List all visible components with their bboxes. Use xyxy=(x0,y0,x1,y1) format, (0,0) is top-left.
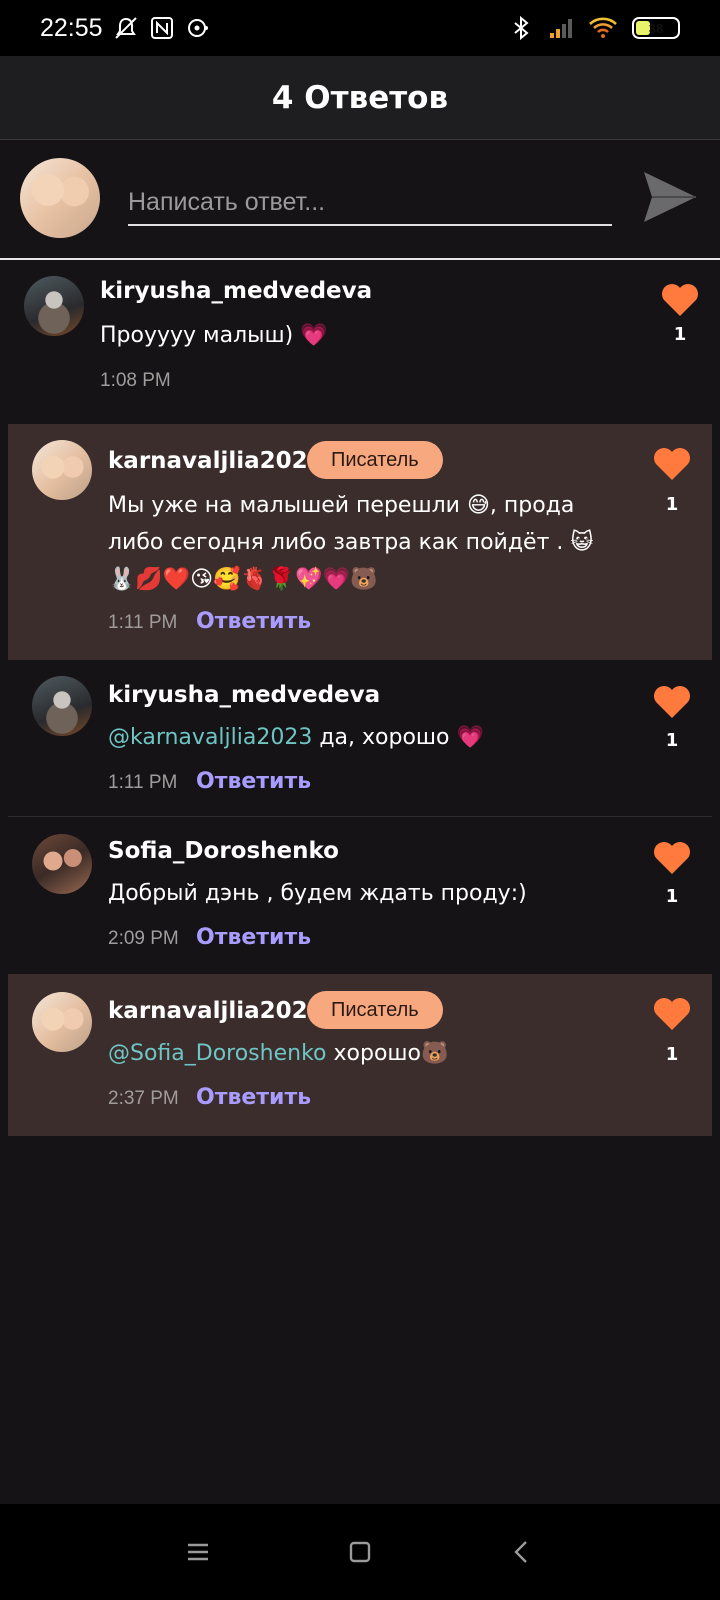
like-count: 1 xyxy=(665,494,679,515)
battery-level: 38 xyxy=(648,20,664,36)
like-button[interactable] xyxy=(660,282,700,318)
like-count: 1 xyxy=(665,730,679,751)
comment-item: kiryusha_medvedeva @karnavaljlia2023 да,… xyxy=(8,668,712,816)
like-count: 1 xyxy=(673,324,687,345)
comment-time: 2:09 PM xyxy=(108,928,179,949)
comment-time: 1:11 PM xyxy=(108,612,178,633)
comment-time: 1:11 PM xyxy=(108,772,178,793)
comment-username[interactable]: kiryusha_medvedeva xyxy=(100,278,372,304)
reply-bar xyxy=(0,140,720,260)
avatar[interactable] xyxy=(24,276,84,336)
mention-link[interactable]: @karnavaljlia2023 xyxy=(108,725,312,750)
divider xyxy=(8,816,712,817)
heart-icon xyxy=(662,284,698,316)
comment-item: kiryusha_medvedeva Проуууу малыш) 💗 1:08… xyxy=(8,262,712,412)
reply-link[interactable]: Ответить xyxy=(196,609,311,634)
home-icon[interactable] xyxy=(342,1534,378,1570)
comment-item: Sofia_Doroshenko Добрый дэнь , будем жда… xyxy=(8,822,712,970)
avatar[interactable] xyxy=(32,676,92,736)
send-icon xyxy=(644,172,696,222)
current-user-avatar xyxy=(20,158,100,238)
reply-input[interactable] xyxy=(128,180,612,226)
menu-icon[interactable] xyxy=(180,1534,216,1570)
header: 4 Ответов xyxy=(0,56,720,140)
comment-username[interactable]: Sofia_Doroshenko xyxy=(108,838,339,864)
nfc-icon xyxy=(150,17,173,39)
page-title: 4 Ответов xyxy=(271,79,449,116)
heart-icon xyxy=(654,686,690,718)
heart-icon xyxy=(654,448,690,480)
avatar[interactable] xyxy=(32,992,92,1052)
media-icon xyxy=(187,19,208,37)
comment-time: 2:37 PM xyxy=(108,1088,179,1109)
comment-username[interactable]: kiryusha_medvedeva xyxy=(108,682,380,708)
like-button[interactable] xyxy=(652,446,692,482)
back-icon[interactable] xyxy=(504,1534,540,1570)
comment-text: Добрый дэнь , будем ждать проду:) xyxy=(108,881,527,906)
reply-link[interactable]: Ответить xyxy=(196,1085,311,1110)
comment-text-line: либо сегодня либо завтра как пойдёт . 😺 xyxy=(108,530,594,555)
like-button[interactable] xyxy=(652,684,692,720)
comment-text-body: да, хорошо 💗 xyxy=(312,725,484,750)
comment-username[interactable]: karnavaljlia2023 xyxy=(108,448,324,474)
comment-text-body: хорошо🐻 xyxy=(326,1041,449,1066)
comment-text: @karnavaljlia2023 да, хорошо 💗 xyxy=(108,720,484,756)
wifi-icon xyxy=(589,17,617,38)
status-time: 22:55 xyxy=(40,13,103,42)
mention-link[interactable]: @Sofia_Doroshenko xyxy=(108,1041,327,1066)
comment-item: karnavaljlia2023 Писатель @Sofia_Doroshe… xyxy=(8,974,712,1136)
system-nav-bar xyxy=(0,1504,720,1600)
like-count: 1 xyxy=(665,1044,679,1065)
comment-emoji-line: 🐰💋❤️😘🥰🫀🌹💖💗🐻 xyxy=(108,567,378,592)
comment-username[interactable]: karnavaljlia2023 xyxy=(108,998,324,1024)
comment-text: @Sofia_Doroshenko хорошо🐻 xyxy=(108,1036,448,1072)
comment-time: 1:08 PM xyxy=(100,370,171,391)
battery-icon: 38 xyxy=(632,17,680,39)
send-button[interactable] xyxy=(640,168,698,226)
signal-icon xyxy=(550,19,572,38)
avatar[interactable] xyxy=(32,834,92,894)
mute-bell-icon xyxy=(114,17,137,39)
avatar[interactable] xyxy=(32,440,92,500)
comment-text-line: Мы уже на малышей перешли 😅, прода xyxy=(108,493,575,518)
reply-link[interactable]: Ответить xyxy=(196,769,311,794)
like-count: 1 xyxy=(665,886,679,907)
like-button[interactable] xyxy=(652,840,692,876)
writer-badge: Писатель xyxy=(307,441,443,479)
status-bar: 22:55 38 xyxy=(0,0,720,56)
like-button[interactable] xyxy=(652,996,692,1032)
reply-link[interactable]: Ответить xyxy=(196,925,311,950)
comment-item: karnavaljlia2023 Писатель Мы уже на малы… xyxy=(8,424,712,660)
comment-text: Проуууу малыш) 💗 xyxy=(100,323,328,348)
heart-icon xyxy=(654,998,690,1030)
heart-icon xyxy=(654,842,690,874)
writer-badge: Писатель xyxy=(307,991,443,1029)
bluetooth-icon xyxy=(514,15,529,41)
